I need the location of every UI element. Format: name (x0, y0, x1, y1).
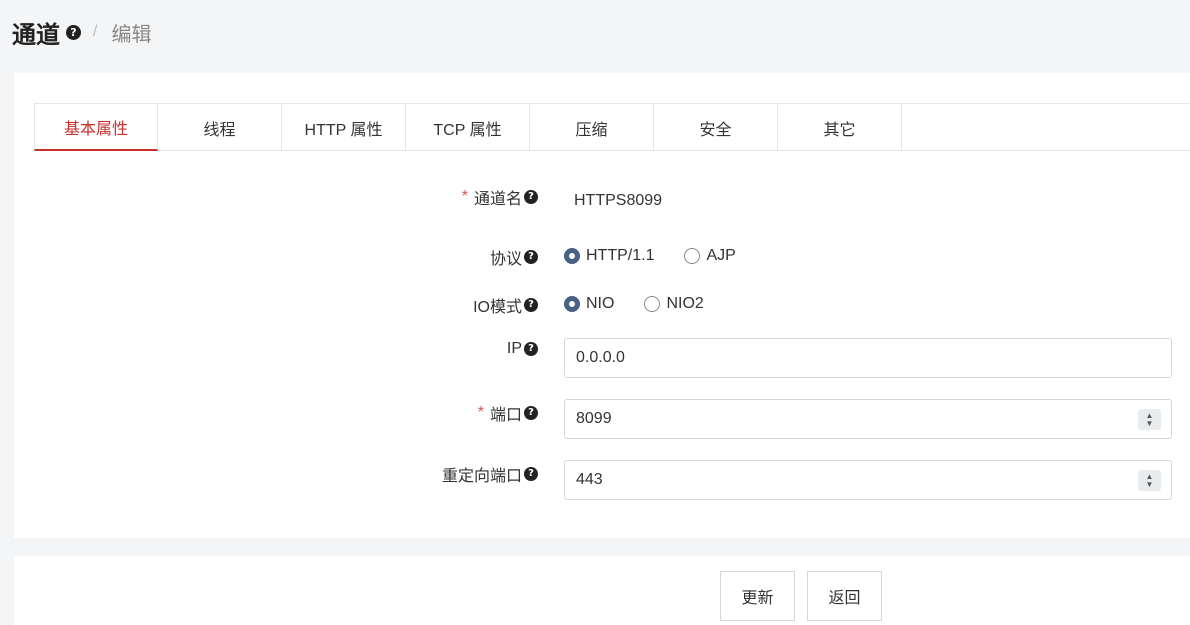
ip-input[interactable]: 0.0.0.0 (564, 338, 1172, 378)
form-panel: 基本属性 线程 HTTP 属性 TCP 属性 压缩 安全 其它 * 通道名 ? … (14, 73, 1190, 538)
question-circle-icon[interactable]: ? (524, 298, 538, 312)
breadcrumb-current: 编辑 (111, 23, 152, 46)
radio-checked-icon (564, 296, 580, 312)
tab-other[interactable]: 其它 (778, 104, 902, 151)
protocol-ajp-radio[interactable]: AJP (684, 247, 736, 265)
tab-tcp[interactable]: TCP 属性 (406, 104, 530, 151)
redirect-port-label: 重定向端口 ? (442, 462, 538, 486)
channel-name-value: HTTPS8099 (574, 192, 663, 209)
port-label: * 端口 ? (478, 401, 538, 425)
back-button[interactable]: 返回 (807, 571, 882, 621)
breadcrumb-separator: / (93, 23, 98, 40)
radio-unchecked-icon (644, 296, 661, 312)
io-mode-label: IO模式 ? (473, 293, 538, 317)
tab-threads[interactable]: 线程 (158, 104, 282, 151)
channel-name-label: * 通道名 ? (462, 185, 538, 209)
page-header: 通道 ? / 编辑 (12, 14, 151, 50)
radio-unchecked-icon (684, 248, 701, 264)
io-nio2-radio[interactable]: NIO2 (644, 295, 704, 313)
radio-checked-icon (564, 248, 580, 264)
question-circle-icon[interactable]: ? (524, 406, 538, 420)
question-circle-icon[interactable]: ? (524, 250, 538, 264)
ip-label: IP ? (507, 340, 538, 358)
question-circle-icon[interactable]: ? (524, 467, 538, 481)
io-nio-radio[interactable]: NIO (564, 295, 614, 313)
required-mark: * (477, 404, 484, 421)
tab-bar: 基本属性 线程 HTTP 属性 TCP 属性 压缩 安全 其它 (34, 103, 1190, 151)
tab-security[interactable]: 安全 (654, 104, 778, 151)
question-circle-icon[interactable]: ? (524, 190, 538, 204)
protocol-label: 协议 ? (490, 245, 538, 269)
io-mode-radio-group: NIO NIO2 (564, 295, 734, 313)
tab-basic[interactable]: 基本属性 (34, 104, 158, 151)
up-down-stepper-icon[interactable]: ▲ ▼ (1138, 409, 1161, 430)
tab-compression[interactable]: 压缩 (530, 104, 654, 151)
redirect-port-value: 443 (576, 471, 603, 488)
tab-http[interactable]: HTTP 属性 (282, 104, 406, 151)
protocol-radio-group: HTTP/1.1 AJP (564, 247, 766, 265)
question-circle-icon[interactable]: ? (66, 24, 81, 40)
required-mark: * (461, 188, 468, 205)
page-title: 通道 (12, 21, 60, 49)
port-input[interactable]: 8099 ▲ ▼ (564, 399, 1172, 439)
port-value: 8099 (576, 410, 612, 427)
question-circle-icon[interactable]: ? (524, 342, 538, 356)
action-footer: 更新 返回 (14, 556, 1190, 625)
protocol-http11-radio[interactable]: HTTP/1.1 (564, 247, 654, 265)
update-button[interactable]: 更新 (720, 571, 795, 621)
up-down-stepper-icon[interactable]: ▲ ▼ (1138, 470, 1161, 491)
redirect-port-input[interactable]: 443 ▲ ▼ (564, 460, 1172, 500)
